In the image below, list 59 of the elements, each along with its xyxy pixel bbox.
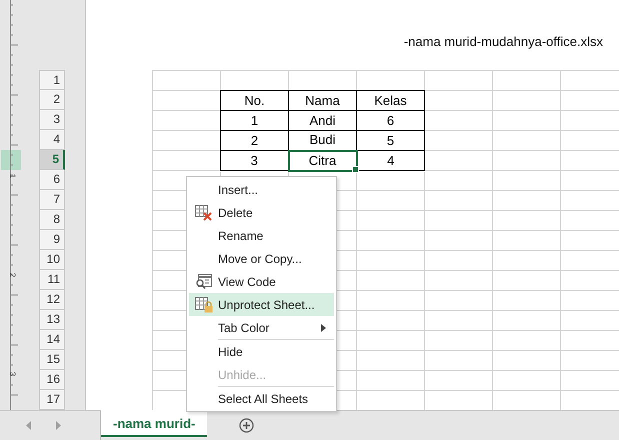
menu-item[interactable]: Delete xyxy=(189,201,334,224)
row-header[interactable]: 5 xyxy=(39,150,65,170)
menu-item-label: Move or Copy... xyxy=(218,252,302,266)
scroll-left-icon[interactable] xyxy=(26,421,32,430)
delete-table-icon xyxy=(194,204,212,220)
menu-item-label: Insert... xyxy=(218,182,258,196)
row-header[interactable]: 12 xyxy=(39,290,65,310)
view-code-icon xyxy=(194,274,212,290)
row-header[interactable]: 2 xyxy=(39,90,65,110)
row-header[interactable]: 3 xyxy=(39,110,65,130)
sheet-tab[interactable]: -nama murid- xyxy=(101,410,208,437)
row-header[interactable]: 17 xyxy=(39,390,65,410)
table-cell: 3 xyxy=(220,150,288,170)
column-header-cell: No. xyxy=(220,90,288,110)
table-cell: 4 xyxy=(356,150,424,170)
menu-item[interactable]: Unprotect Sheet... xyxy=(189,293,334,316)
menu-item[interactable]: Select All Sheets xyxy=(189,387,334,410)
table-cell: 5 xyxy=(356,130,424,150)
menu-item-label: Tab Color xyxy=(218,320,270,334)
menu-item[interactable]: Insert... xyxy=(189,178,334,201)
menu-item[interactable]: Move or Copy... xyxy=(189,247,334,270)
table-cell: 6 xyxy=(356,110,424,130)
menu-item[interactable]: Hide xyxy=(189,340,334,363)
column-header-cell: Nama xyxy=(288,90,356,110)
row-header[interactable]: 16 xyxy=(39,370,65,390)
menu-item-label: Unprotect Sheet... xyxy=(218,298,315,312)
row-header[interactable]: 6 xyxy=(39,170,65,190)
menu-item[interactable]: View Code xyxy=(189,270,334,293)
row-header[interactable]: 1 xyxy=(39,70,65,90)
ruler-label: 2 xyxy=(8,272,16,278)
row-header[interactable]: 13 xyxy=(39,310,65,330)
menu-item-label: View Code xyxy=(218,274,276,288)
locked-sheet-icon xyxy=(194,296,212,312)
row-header[interactable]: 10 xyxy=(39,250,65,270)
menu-item-label: Rename xyxy=(218,228,264,242)
table-cell: Citra xyxy=(288,150,356,170)
table-cell: 1 xyxy=(220,110,288,130)
menu-item-label: Delete xyxy=(218,206,253,220)
scroll-right-icon[interactable] xyxy=(55,421,61,430)
page-header-text: -nama murid-mudahnya-office.xlsx xyxy=(404,34,603,49)
row-header[interactable]: 14 xyxy=(39,330,65,350)
column-header-cell: Kelas xyxy=(356,90,424,110)
add-sheet-icon[interactable] xyxy=(239,418,254,433)
menu-item[interactable]: Tab Color xyxy=(189,316,334,339)
menu-item[interactable]: Rename xyxy=(189,224,334,247)
table-cell: 2 xyxy=(220,130,288,150)
ruler-label: 3 xyxy=(8,372,16,376)
menu-item-label: Unhide... xyxy=(218,368,266,382)
row-header[interactable]: 7 xyxy=(39,190,65,210)
row-header[interactable]: 11 xyxy=(39,270,65,290)
ruler-label: 1 xyxy=(8,174,16,178)
row-header[interactable]: 4 xyxy=(39,130,65,150)
menu-item-label: Hide xyxy=(218,344,243,358)
menu-item-label: Select All Sheets xyxy=(218,392,308,406)
row-header[interactable]: 15 xyxy=(39,350,65,370)
table-cell: Andi xyxy=(288,110,356,130)
row-header[interactable]: 8 xyxy=(39,210,65,230)
submenu-arrow-icon xyxy=(321,324,326,332)
row-header[interactable]: 9 xyxy=(39,230,65,250)
